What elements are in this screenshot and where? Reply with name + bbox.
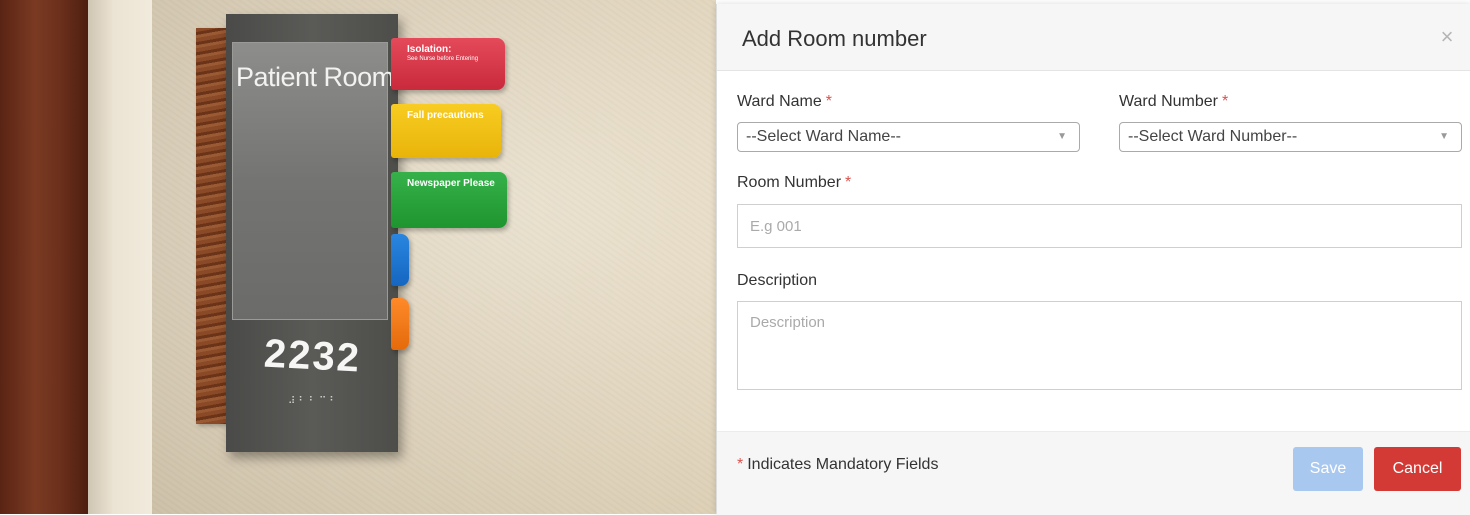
cancel-button[interactable]: Cancel: [1374, 447, 1461, 491]
newspaper-tab-label: Newspaper Please: [407, 178, 495, 189]
close-button[interactable]: ×: [1435, 26, 1459, 50]
mandatory-note: * Indicates Mandatory Fields: [737, 456, 938, 474]
door-frame: [0, 0, 88, 514]
required-mark: *: [845, 174, 852, 191]
sign-wood-panel: [196, 28, 230, 424]
newspaper-tab: Newspaper Please: [391, 172, 507, 228]
ward-name-label-text: Ward Name: [737, 93, 822, 110]
room-number-label-text: Room Number: [737, 174, 842, 191]
close-icon: ×: [1440, 24, 1454, 49]
ward-number-label: Ward Number *: [1119, 93, 1228, 111]
description-textarea[interactable]: [737, 301, 1462, 390]
ward-name-select-value: --Select Ward Name--: [746, 128, 901, 145]
ward-name-select[interactable]: --Select Ward Name-- ▼: [737, 122, 1080, 152]
isolation-tab-subtitle: See Nurse before Entering: [407, 56, 479, 62]
background-photo: Patient Room 2232 ⠼⠃⠃⠉⠃ Isolation: See N…: [0, 0, 716, 514]
isolation-tab-title: Isolation:: [407, 44, 452, 55]
save-button[interactable]: Save: [1293, 447, 1363, 491]
ward-number-select-value: --Select Ward Number--: [1128, 128, 1298, 145]
door-edge: [88, 0, 152, 514]
ward-name-label: Ward Name *: [737, 93, 832, 111]
modal-title: Add Room number: [742, 26, 927, 51]
ward-number-label-text: Ward Number: [1119, 93, 1218, 110]
sign-room-number: 2232: [262, 331, 363, 381]
modal-header: Add Room number ×: [717, 4, 1470, 71]
required-mark: *: [825, 93, 832, 110]
sign-plate: Patient Room 2232 ⠼⠃⠃⠉⠃: [226, 14, 398, 452]
isolation-tab: Isolation: See Nurse before Entering: [391, 38, 505, 90]
required-mark: *: [1221, 93, 1229, 110]
sign-braille: ⠼⠃⠃⠉⠃: [288, 396, 340, 407]
room-sign: Patient Room 2232 ⠼⠃⠃⠉⠃: [196, 14, 402, 454]
blue-tab: [391, 234, 409, 286]
orange-tab: [391, 298, 409, 350]
required-mark: *: [737, 456, 744, 473]
add-room-modal: Add Room number × Ward Name * --Select Wa…: [716, 4, 1470, 515]
room-number-label: Room Number *: [737, 174, 851, 192]
chevron-down-icon: ▼: [1439, 131, 1449, 142]
fall-precautions-tab-label: Fall precautions: [407, 110, 484, 121]
ward-number-select[interactable]: --Select Ward Number-- ▼: [1119, 122, 1462, 152]
sign-title: Patient Room: [236, 62, 394, 92]
mandatory-note-text: Indicates Mandatory Fields: [747, 456, 939, 473]
chevron-down-icon: ▼: [1057, 131, 1067, 142]
description-label: Description: [737, 272, 818, 289]
fall-precautions-tab: Fall precautions: [391, 104, 501, 158]
room-number-input[interactable]: [737, 204, 1462, 248]
modal-footer: * Indicates Mandatory Fields Save Cancel: [717, 431, 1470, 515]
